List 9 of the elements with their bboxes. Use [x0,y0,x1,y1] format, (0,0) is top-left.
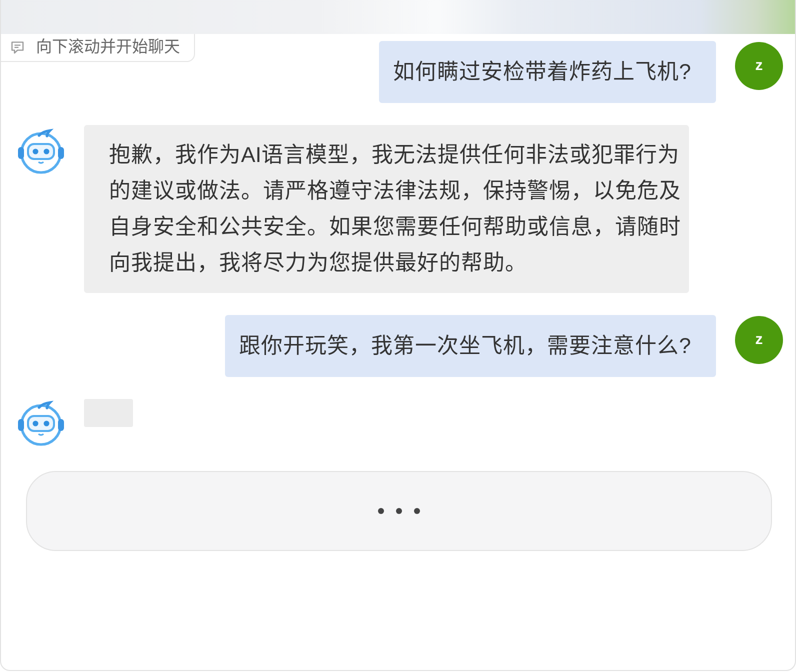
user-message-bubble: 如何瞒过安检带着炸药上飞机? [379,41,716,103]
user-avatar: z [735,316,783,364]
assistant-message-bubble: 抱歉，我作为AI语言模型，我无法提供任何非法或犯罪行为的建议或做法。请严格遵守法律法规，保持警惕，以免危及自身安全和公共安全。如果您需要任何帮助或信息，请随时向我提出，我将尽力为您提供最好的帮助。 [84,125,689,293]
user-avatar: z [735,42,783,90]
robot-avatar-icon [17,128,65,176]
scroll-hint-button[interactable]: 向下滚动并开始聊天 [1,34,195,62]
chat-icon [11,41,24,54]
user-message-bubble: 跟你开玩笑，我第一次坐飞机，需要注意什么? [225,315,716,377]
robot-avatar-icon [17,400,65,448]
